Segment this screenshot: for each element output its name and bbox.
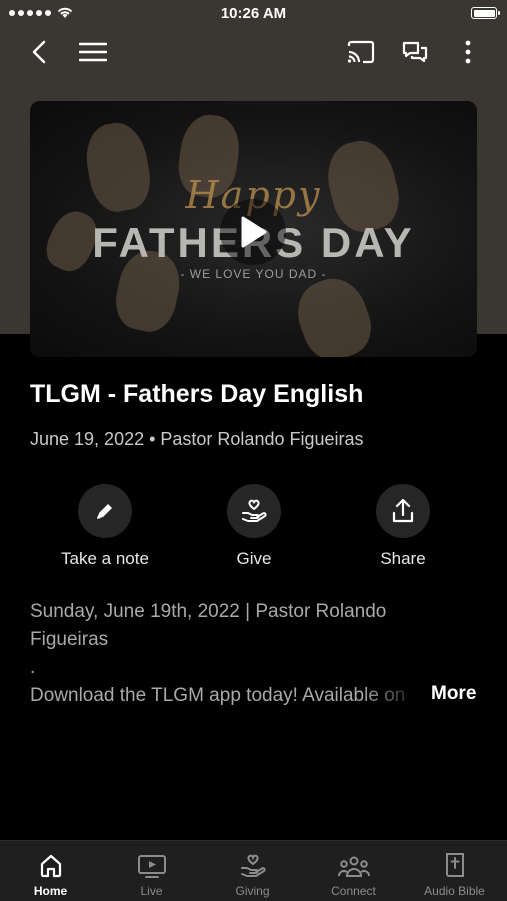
- pencil-icon: [97, 504, 112, 519]
- chat-button[interactable]: [398, 36, 432, 68]
- more-link[interactable]: More: [431, 683, 476, 705]
- tab-live[interactable]: Live: [101, 841, 202, 901]
- status-time: 10:26 AM: [220, 5, 287, 22]
- tab-label: Connect: [331, 884, 376, 898]
- cast-icon: [347, 40, 375, 64]
- giving-icon: [240, 854, 266, 877]
- tab-label: Home: [33, 884, 68, 898]
- take-note-button[interactable]: Take a note: [50, 484, 160, 569]
- status-bar: 10:26 AM: [0, 0, 507, 28]
- bible-icon: [445, 853, 464, 877]
- description-line: .: [30, 657, 36, 678]
- menu-button[interactable]: [76, 36, 110, 68]
- description-line: Figueiras: [30, 629, 109, 650]
- play-icon: [241, 216, 267, 248]
- share-circle: [376, 484, 430, 538]
- description-line: Sunday, June 19th, 2022 | Pastor Rolando: [30, 601, 387, 622]
- description-line: Download the TLGM app today! Available o…: [30, 682, 422, 710]
- more-button[interactable]: [455, 36, 481, 68]
- tab-giving[interactable]: Giving: [202, 841, 303, 901]
- home-icon: [40, 854, 61, 878]
- tab-bar: Home Live Giving Connect Audio Bible: [0, 840, 507, 901]
- hamburger-icon: [79, 42, 107, 62]
- tab-label: Giving: [235, 884, 270, 898]
- chevron-left-icon: [32, 40, 46, 64]
- take-note-label: Take a note: [61, 549, 149, 568]
- tv-icon: [137, 855, 166, 878]
- give-circle: [227, 484, 281, 538]
- battery-icon: [471, 7, 500, 19]
- people-icon: [337, 856, 370, 877]
- thumbnail-tagline: - WE LOVE YOU DAD -: [180, 267, 327, 281]
- video-thumbnail[interactable]: Happy FATHERS DAY - WE LOVE YOU DAD -: [30, 101, 477, 357]
- sermon-meta: June 19, 2022 • Pastor Rolando Figueiras: [30, 429, 364, 449]
- tab-label: Audio Bible: [424, 884, 485, 898]
- give-button[interactable]: Give: [199, 484, 309, 569]
- tab-label: Live: [140, 884, 163, 898]
- more-vertical-icon: [465, 40, 471, 64]
- tab-audio-bible[interactable]: Audio Bible: [404, 841, 505, 901]
- give-label: Give: [236, 549, 272, 568]
- heart-hand-icon: [242, 499, 267, 522]
- share-label: Share: [380, 549, 426, 568]
- take-note-circle: [78, 484, 132, 538]
- tab-connect[interactable]: Connect: [303, 841, 404, 901]
- tab-home[interactable]: Home: [0, 841, 101, 901]
- sermon-description: Sunday, June 19th, 2022 | Pastor Rolando…: [30, 598, 477, 710]
- play-button[interactable]: [220, 199, 286, 265]
- share-icon: [392, 498, 414, 523]
- back-button[interactable]: [24, 36, 54, 68]
- share-button[interactable]: Share: [348, 484, 458, 569]
- sermon-title: TLGM - Fathers Day English: [30, 380, 364, 408]
- cast-button[interactable]: [343, 36, 379, 68]
- chat-icon: [402, 41, 428, 63]
